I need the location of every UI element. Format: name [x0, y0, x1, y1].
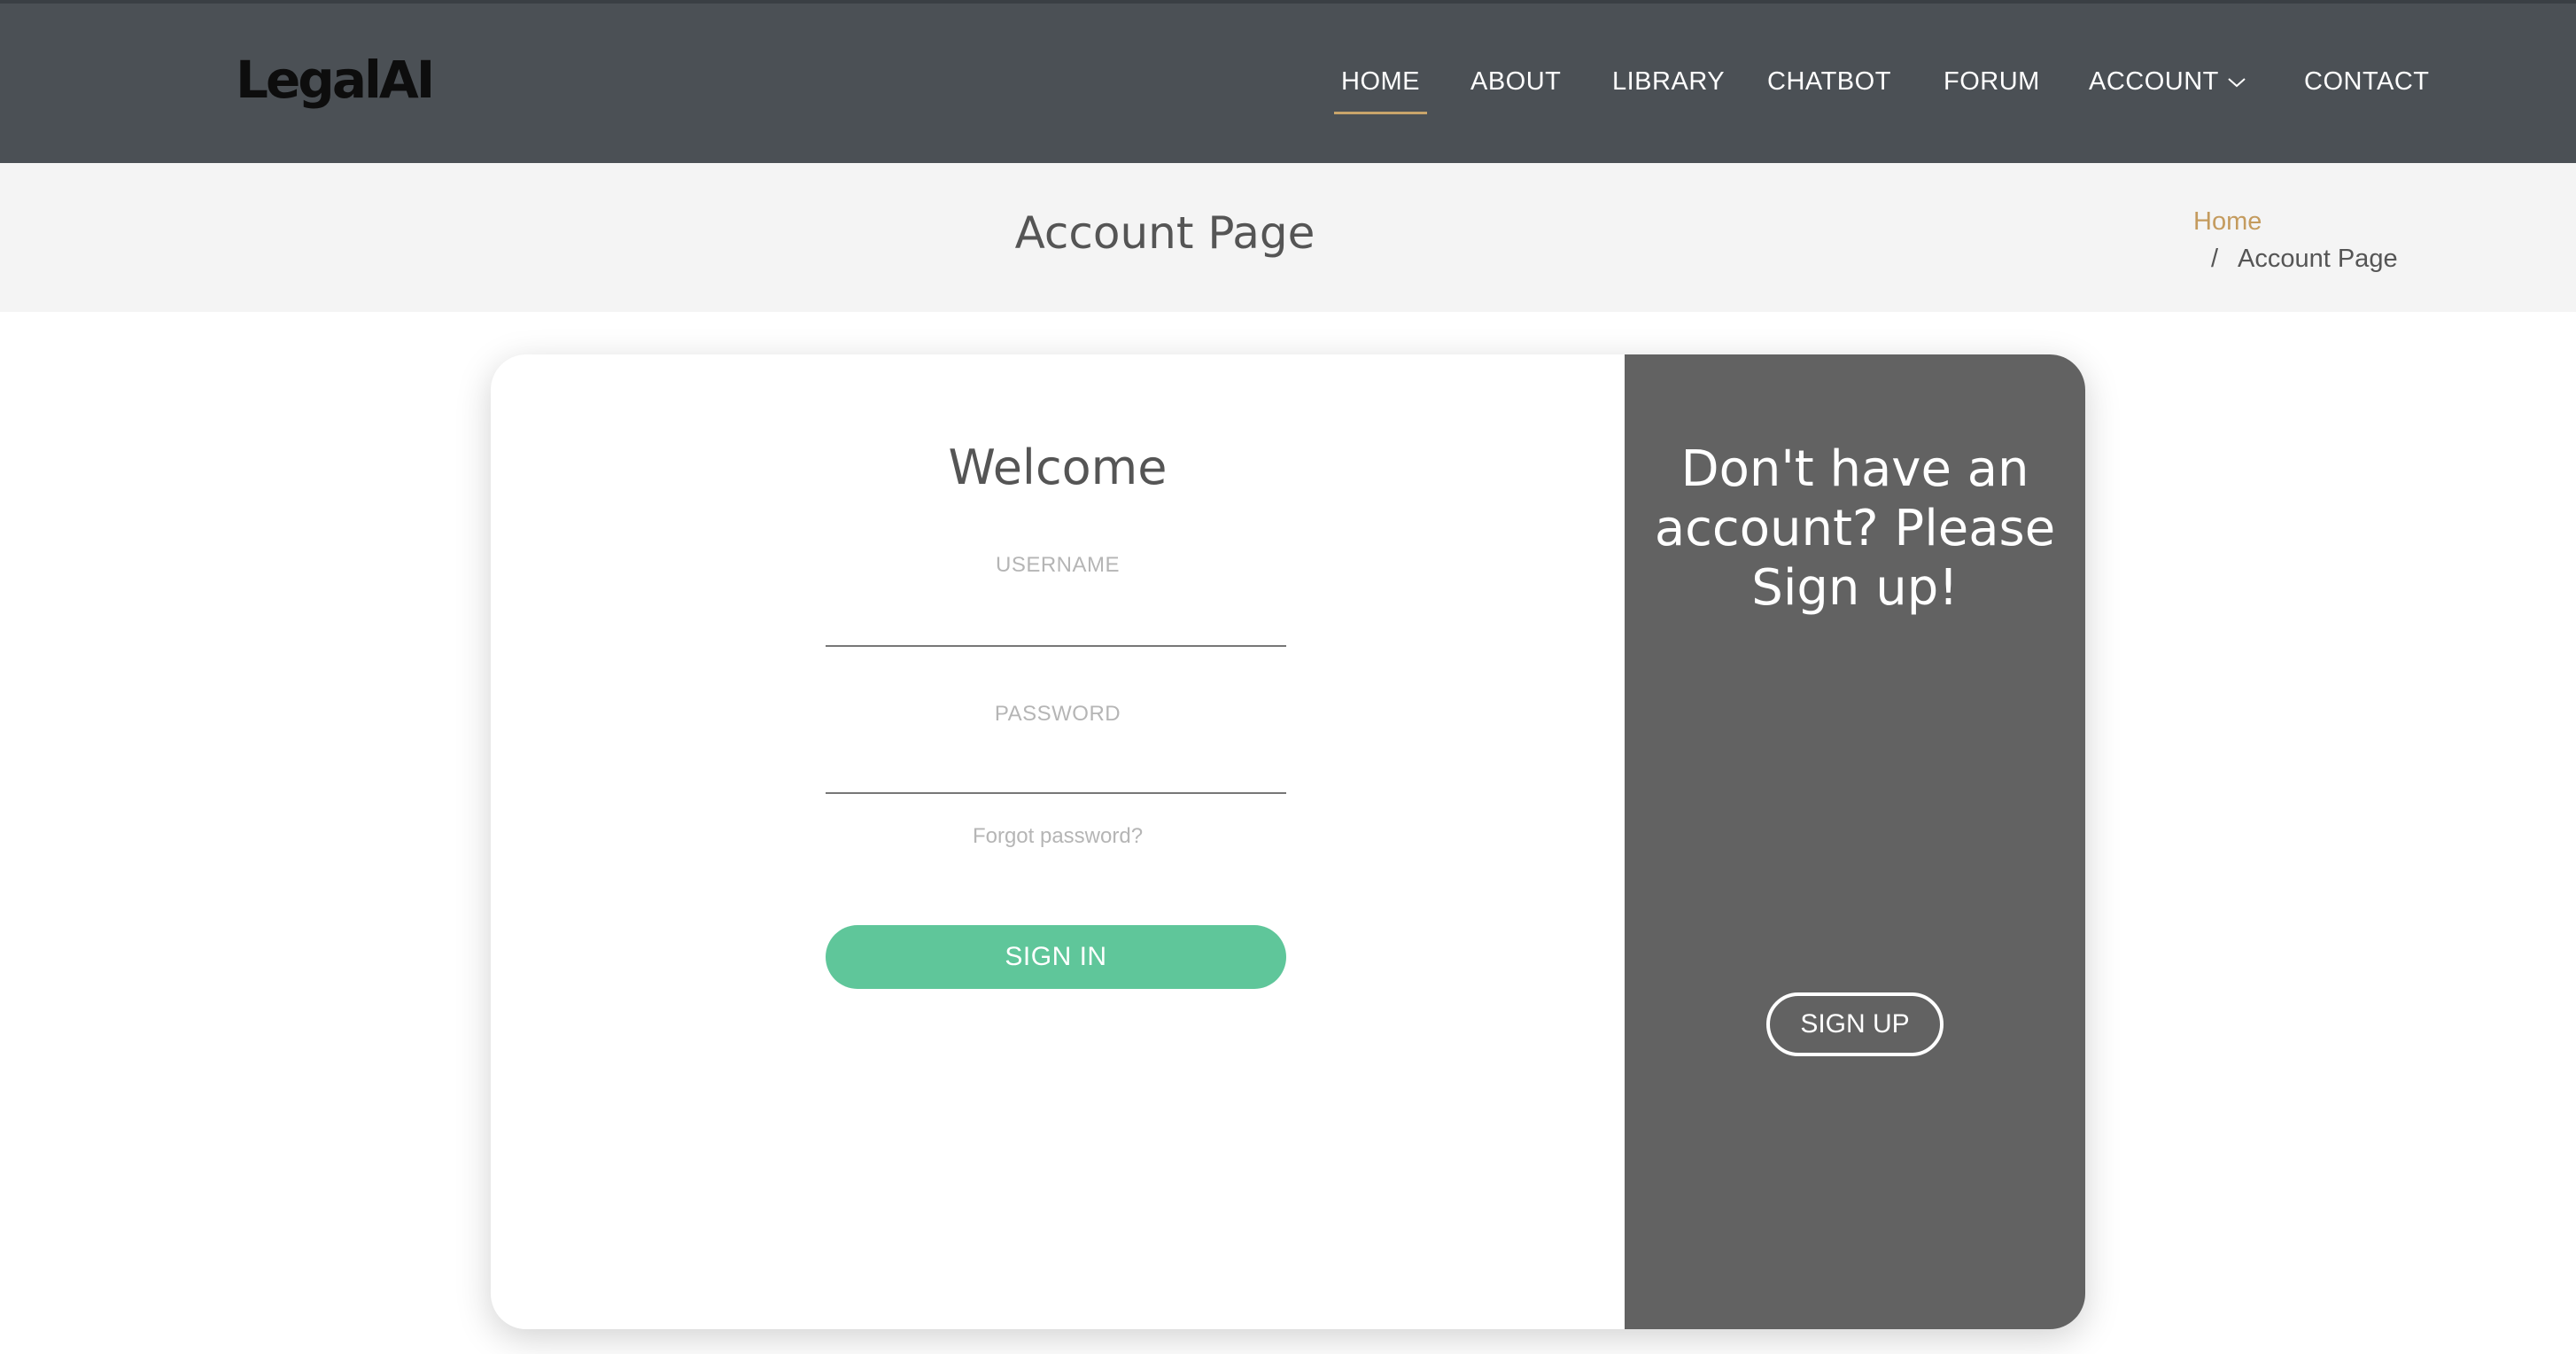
- login-panel: Welcome USERNAME PASSWORD Forgot passwor…: [491, 354, 1625, 1329]
- signup-heading: Don't have an account? Please Sign up!: [1654, 440, 2056, 617]
- login-heading: Welcome: [948, 440, 1168, 495]
- breadcrumb-bar: Account Page Home / Account Page: [0, 163, 2576, 312]
- nav-forum[interactable]: FORUM: [1944, 67, 2040, 121]
- breadcrumb-home-link[interactable]: Home: [2193, 207, 2262, 237]
- forgot-password-link[interactable]: Forgot password?: [491, 824, 1625, 849]
- breadcrumb-separator: /: [2211, 245, 2219, 273]
- nav-contact[interactable]: CONTACT: [2304, 67, 2430, 121]
- page-title: Account Page: [1014, 207, 1315, 259]
- main-nav: HOME ABOUT LIBRARY CHATBOT FORUM ACCOUNT…: [0, 67, 2576, 121]
- nav-home[interactable]: HOME: [1334, 67, 1427, 121]
- password-label: PASSWORD: [994, 702, 1121, 726]
- site-header: LegalAI HOME ABOUT LIBRARY CHATBOT FORUM…: [0, 0, 2576, 163]
- nav-about[interactable]: ABOUT: [1470, 67, 1561, 121]
- username-label: USERNAME: [995, 553, 1121, 577]
- signup-panel: Don't have an account? Please Sign up! S…: [1625, 354, 2085, 1329]
- password-input[interactable]: [826, 750, 1286, 794]
- sign-up-button[interactable]: SIGN UP: [1766, 992, 1944, 1056]
- account-card: Welcome USERNAME PASSWORD Forgot passwor…: [491, 354, 2085, 1329]
- nav-library[interactable]: LIBRARY: [1612, 67, 1725, 121]
- sign-in-button[interactable]: SIGN IN: [826, 925, 1286, 989]
- nav-account[interactable]: ACCOUNT: [2089, 67, 2247, 121]
- breadcrumb-current: Account Page: [2238, 245, 2398, 273]
- chevron-down-icon: [2228, 78, 2246, 88]
- nav-chatbot[interactable]: CHATBOT: [1767, 67, 1891, 121]
- nav-account-label: ACCOUNT: [2089, 67, 2219, 96]
- username-input[interactable]: [826, 603, 1286, 647]
